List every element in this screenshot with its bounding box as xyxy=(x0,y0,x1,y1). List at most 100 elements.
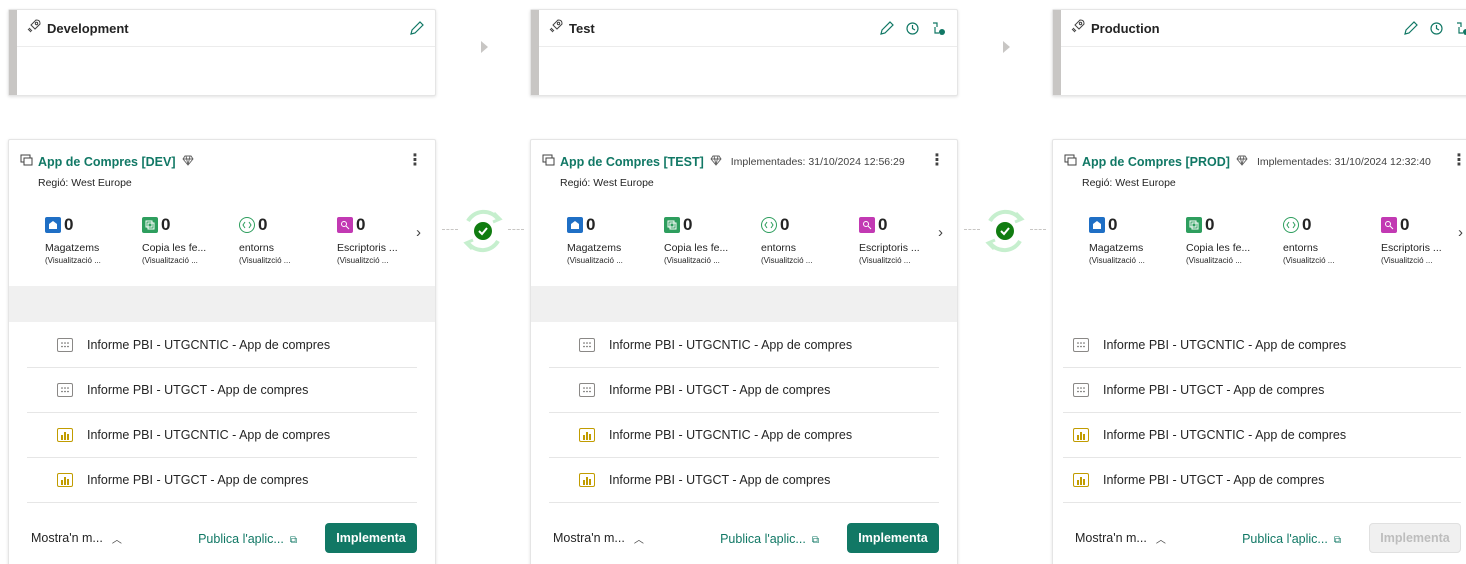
list-item-label: Informe PBI - UTGCNTIC - App de compres xyxy=(87,428,331,442)
rocket-icon xyxy=(27,18,41,38)
metric-environments[interactable]: 0 entorns (Visualitzció ... xyxy=(761,215,851,265)
workspace-icon xyxy=(20,153,33,171)
list-item[interactable]: Informe PBI - UTGCT - App de compres xyxy=(1063,458,1461,503)
report-icon xyxy=(57,428,73,442)
dashboard-icon xyxy=(579,383,595,397)
report-icon xyxy=(579,473,595,487)
show-more-button[interactable]: Mostra'n m... xyxy=(553,531,625,545)
metric-label: entorns xyxy=(239,242,275,254)
implement-button[interactable]: Implementa xyxy=(847,523,939,553)
pencil-icon[interactable] xyxy=(877,19,895,37)
list-item[interactable]: Informe PBI - UTGCT - App de compres xyxy=(549,368,939,413)
desktop-icon xyxy=(1381,217,1397,233)
dashboard-icon xyxy=(1073,338,1089,352)
list-item[interactable]: Informe PBI - UTGCT - App de compres xyxy=(27,458,417,503)
list-item[interactable]: Informe PBI - UTGCNTIC - App de compres xyxy=(27,323,417,368)
implemented-timestamp: Implementades: 31/10/2024 12:32:40 xyxy=(1256,156,1431,168)
sync-status-icon[interactable] xyxy=(458,203,508,259)
workspace-name-link[interactable]: App de Compres [PROD] xyxy=(1082,155,1230,169)
metric-desktops[interactable]: 0 Escriptoris ... (Visualitzció ... xyxy=(859,215,949,265)
metric-sub: (Visualització ... xyxy=(45,256,101,265)
metric-count: 0 xyxy=(1108,215,1118,234)
chevron-right-icon[interactable]: › xyxy=(938,224,943,241)
list-item[interactable]: Informe PBI - UTGCNTIC - App de compres xyxy=(27,413,417,458)
stage-title: Test xyxy=(569,20,595,36)
metric-environments[interactable]: 0 entorns (Visualitzció ... xyxy=(239,215,329,265)
list-item-label: Informe PBI - UTGCNTIC - App de compres xyxy=(609,338,853,352)
list-item[interactable]: Informe PBI - UTGCNTIC - App de compres xyxy=(549,323,939,368)
show-more-button[interactable]: Mostra'n m... xyxy=(31,531,103,545)
list-item[interactable]: Informe PBI - UTGCNTIC - App de compres xyxy=(1063,323,1461,368)
rule-icon[interactable] xyxy=(929,19,947,37)
metric-label: Magatzems xyxy=(567,242,622,254)
publish-app-link[interactable]: Publica l'aplic... ⧉ xyxy=(720,532,819,546)
section-divider xyxy=(531,286,957,322)
more-options-icon[interactable]: ⋮ xyxy=(1451,153,1466,169)
list-item[interactable]: Informe PBI - UTGCT - App de compres xyxy=(27,368,417,413)
stage-bar xyxy=(9,10,17,95)
workspace-name-link[interactable]: App de Compres [DEV] xyxy=(38,155,176,169)
metric-warehouses[interactable]: 0 Magatzems (Visualització ... xyxy=(45,215,135,265)
rocket-icon xyxy=(1071,18,1085,38)
list-item-label: Informe PBI - UTGCT - App de compres xyxy=(87,473,309,487)
more-options-icon[interactable]: ⋮ xyxy=(929,153,945,169)
workspace-card-dev: App de Compres [DEV] ⋮ Regió: West Europ… xyxy=(8,139,436,564)
report-icon xyxy=(579,428,595,442)
metric-count: 0 xyxy=(780,215,790,234)
metric-warehouses[interactable]: 0 Magatzems (Visualització ... xyxy=(1089,215,1179,265)
metric-environments[interactable]: 0 entorns (Visualitzció ... xyxy=(1283,215,1373,265)
metric-copy-jobs[interactable]: 0 Copia les fe... (Visualització ... xyxy=(1186,215,1276,265)
show-more-button[interactable]: Mostra'n m... xyxy=(1075,531,1147,545)
metric-desktops[interactable]: 0 Escriptoris ... (Visualitzció ... xyxy=(1381,215,1466,265)
open-external-icon: ⧉ xyxy=(811,535,819,546)
workspace-name-link[interactable]: App de Compres [TEST] xyxy=(560,155,704,169)
dashboard-icon xyxy=(1073,383,1089,397)
list-item-label: Informe PBI - UTGCT - App de compres xyxy=(87,383,309,397)
workspace-region: Regió: West Europe xyxy=(38,177,132,189)
copy-job-icon xyxy=(1186,217,1202,233)
list-item[interactable]: Informe PBI - UTGCT - App de compres xyxy=(549,458,939,503)
history-icon[interactable] xyxy=(903,19,921,37)
desktop-icon xyxy=(859,217,875,233)
open-external-icon: ⧉ xyxy=(289,535,297,546)
history-icon[interactable] xyxy=(1427,19,1445,37)
environment-icon xyxy=(1283,217,1299,233)
pencil-icon[interactable] xyxy=(407,19,425,37)
metric-desktops[interactable]: 0 Escriptoris ... (Visualitzció ... xyxy=(337,215,427,265)
warehouse-icon xyxy=(45,217,61,233)
metric-sub: (Visualitzció ... xyxy=(337,256,389,265)
metric-count: 0 xyxy=(1400,215,1410,234)
implement-button[interactable]: Implementa xyxy=(1369,523,1461,553)
workspace-region: Regió: West Europe xyxy=(1082,177,1176,189)
publish-app-link[interactable]: Publica l'aplic... ⧉ xyxy=(1242,532,1341,546)
list-item[interactable]: Informe PBI - UTGCT - App de compres xyxy=(1063,368,1461,413)
metric-count: 0 xyxy=(1205,215,1215,234)
metric-sub: (Visualitzció ... xyxy=(761,256,813,265)
report-icon xyxy=(1073,473,1089,487)
metric-count: 0 xyxy=(161,215,171,234)
dashboard-icon xyxy=(57,383,73,397)
premium-diamond-icon xyxy=(1236,153,1248,171)
chevron-up-icon[interactable]: ︿ xyxy=(112,531,122,546)
sync-status-icon[interactable] xyxy=(980,203,1030,259)
metric-label: Copia les fe... xyxy=(1186,242,1251,254)
chevron-up-icon[interactable]: ︿ xyxy=(634,531,644,546)
list-item[interactable]: Informe PBI - UTGCNTIC - App de compres xyxy=(549,413,939,458)
metric-copy-jobs[interactable]: 0 Copia les fe... (Visualització ... xyxy=(142,215,232,265)
connector-line xyxy=(508,229,524,230)
metric-warehouses[interactable]: 0 Magatzems (Visualització ... xyxy=(567,215,657,265)
implement-button[interactable]: Implementa xyxy=(325,523,417,553)
workspace-card-test: App de Compres [TEST] Implementades: 31/… xyxy=(530,139,958,564)
workspace-icon xyxy=(542,153,555,171)
chevron-right-icon[interactable]: › xyxy=(1458,224,1463,241)
pencil-icon[interactable] xyxy=(1401,19,1419,37)
list-item[interactable]: Informe PBI - UTGCNTIC - App de compres xyxy=(1063,413,1461,458)
metric-label: Magatzems xyxy=(1089,242,1144,254)
metric-label: Escriptoris ... xyxy=(1381,242,1442,254)
more-options-icon[interactable]: ⋮ xyxy=(407,153,423,169)
metric-copy-jobs[interactable]: 0 Copia les fe... (Visualització ... xyxy=(664,215,754,265)
publish-app-link[interactable]: Publica l'aplic... ⧉ xyxy=(198,532,297,546)
chevron-right-icon[interactable]: › xyxy=(416,224,421,241)
rule-icon[interactable] xyxy=(1453,19,1466,37)
chevron-up-icon[interactable]: ︿ xyxy=(1156,531,1166,546)
